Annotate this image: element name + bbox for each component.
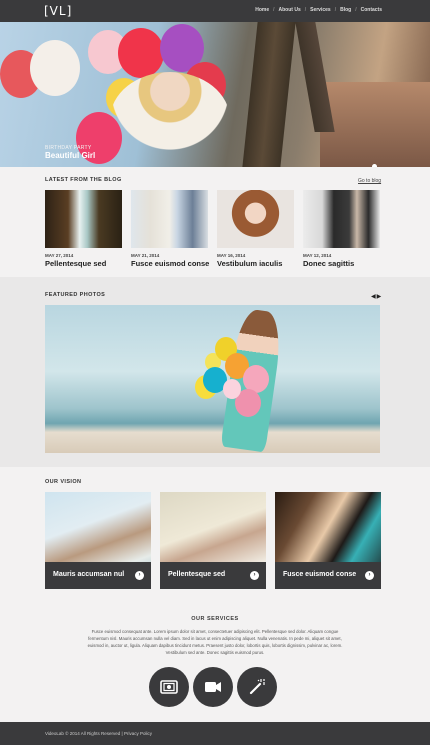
logo[interactable]: [VL] (44, 4, 72, 18)
nav-home[interactable]: Home (255, 7, 269, 13)
featured-photos-heading: FEATURED PHOTOS (45, 292, 106, 298)
effects-service-button[interactable] (237, 667, 277, 707)
footer: VideoLab © 2014 All Rights Reserved | Pr… (0, 722, 430, 745)
blog-post-date: MAY 21, 2014 (131, 253, 160, 258)
top-bar: [VL] Home / About Us / Services / Blog /… (0, 0, 430, 22)
hero-building-image (320, 82, 430, 167)
vision-card-title: Mauris accumsan nul (53, 571, 125, 578)
video-camera-icon (205, 682, 221, 692)
vision-card[interactable]: Pellentesque sed › (160, 492, 266, 589)
main-nav: Home / About Us / Services / Blog / Cont… (255, 7, 382, 13)
blog-post-title[interactable]: Pellentesque sed (45, 259, 122, 268)
vision-heading: OUR VISION (45, 479, 82, 485)
footer-copyright: VideoLab © 2014 All Rights Reserved | Pr… (45, 731, 152, 736)
blog-post-title[interactable]: Fusce euismod conse (131, 259, 209, 268)
photo-nav: ◀▶ (371, 293, 382, 300)
arrow-right-icon[interactable]: › (365, 571, 374, 580)
blog-heading: LATEST FROM THE BLOG (45, 177, 122, 183)
slider-dot[interactable] (372, 164, 377, 167)
nav-separator: / (304, 7, 307, 13)
featured-photo[interactable] (45, 305, 380, 453)
nav-separator: / (355, 7, 357, 13)
vision-card[interactable]: Mauris accumsan nul › (45, 492, 151, 589)
blog-post-card[interactable]: MAY 21, 2014 Fusce euismod conse (131, 190, 209, 268)
blog-post-card[interactable]: MAY 16, 2014 Vestibulum iaculis (217, 190, 294, 268)
nav-separator: / (273, 7, 275, 13)
hero-girl-image (110, 72, 230, 167)
hero-tree-image (295, 22, 335, 132)
photo-icon (160, 680, 178, 694)
hero-caption-title: Beautiful Girl (45, 151, 96, 160)
blog-post-card[interactable]: MAY 27, 2014 Pellentesque sed (45, 190, 122, 268)
vision-card-title: Pellentesque sed (168, 571, 226, 578)
services-heading: OUR SERVICES (191, 616, 239, 622)
blog-post-date: MAY 27, 2014 (45, 253, 74, 258)
arrow-right-icon[interactable]: › (250, 571, 259, 580)
couple-thumbnail[interactable] (131, 190, 208, 248)
hero-tree-image (242, 22, 296, 167)
go-to-blog-link[interactable]: Go to blog (358, 178, 381, 184)
photo-service-button[interactable] (149, 667, 189, 707)
cameraman-thumbnail[interactable] (303, 190, 380, 248)
blog-post-date: MAY 16, 2014 (217, 253, 246, 258)
blog-post-card[interactable]: MAY 12, 2014 Donec sagittis (303, 190, 380, 268)
next-arrow-icon[interactable]: ▶ (377, 294, 383, 300)
nav-contacts[interactable]: Contacts (361, 7, 382, 13)
nav-blog[interactable]: Blog (340, 7, 351, 13)
video-service-button[interactable] (193, 667, 233, 707)
balloon-image (223, 379, 241, 399)
magic-wand-icon (249, 679, 265, 695)
blog-post-title[interactable]: Vestibulum iaculis (217, 259, 294, 268)
services-description: Fusce euismod consequat ante. Lorem ipsu… (87, 629, 343, 655)
balloon-image (118, 28, 164, 78)
nav-services[interactable]: Services (310, 7, 331, 13)
vision-card-title: Fusce euismod conse (283, 571, 357, 578)
slider-dots (372, 164, 377, 167)
blog-post-date: MAY 12, 2014 (303, 253, 332, 258)
blog-post-title[interactable]: Donec sagittis (303, 259, 380, 268)
nav-separator: / (334, 7, 337, 13)
nav-about-us[interactable]: About Us (279, 7, 301, 13)
waterfall-thumbnail[interactable] (45, 190, 122, 248)
vision-card[interactable]: Fusce euismod conse › (275, 492, 381, 589)
balloon-image (30, 40, 80, 96)
arrow-right-icon[interactable]: › (135, 571, 144, 580)
woman-thumbnail[interactable] (217, 190, 294, 248)
